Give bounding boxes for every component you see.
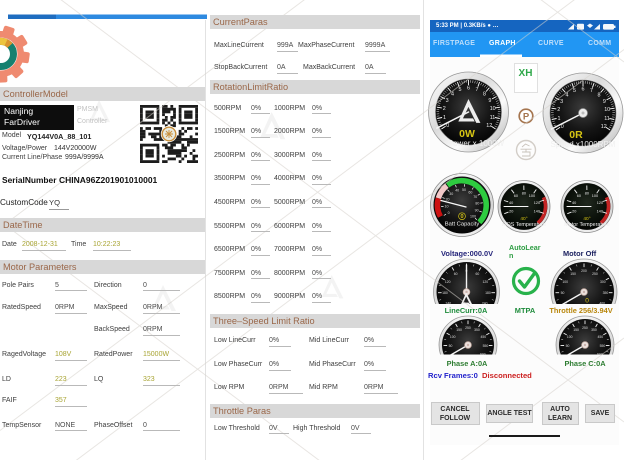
svg-text:40: 40 — [572, 201, 576, 205]
svg-text:350: 350 — [591, 328, 597, 332]
svg-text:6: 6 — [467, 85, 470, 91]
svg-text:Batt Capacity: Batt Capacity — [445, 222, 480, 228]
svg-text:11: 11 — [490, 115, 496, 121]
svg-text:250: 250 — [465, 326, 471, 330]
svg-text:10: 10 — [490, 106, 496, 112]
svg-text:5: 5 — [459, 87, 462, 93]
svg-text:60: 60 — [468, 190, 472, 194]
svg-text:140: 140 — [597, 209, 603, 213]
svg-text:Motor Temperature: Motor Temperature — [564, 222, 609, 228]
svg-text:50: 50 — [561, 291, 565, 295]
svg-text:100: 100 — [592, 194, 598, 198]
svg-text:450: 450 — [480, 335, 486, 339]
svg-text:150: 150 — [573, 328, 579, 332]
svg-text:140: 140 — [534, 209, 540, 213]
svg-text:200: 200 — [581, 269, 587, 273]
svg-text:100: 100 — [567, 335, 573, 339]
svg-text:6: 6 — [582, 86, 585, 92]
svg-text:60: 60 — [476, 272, 480, 276]
svg-text:10: 10 — [445, 205, 449, 209]
svg-text:7: 7 — [590, 88, 593, 94]
svg-text:0: 0 — [448, 211, 450, 215]
svg-text:450: 450 — [597, 335, 603, 339]
svg-text:100: 100 — [450, 335, 456, 339]
svg-text:80: 80 — [585, 191, 589, 195]
svg-text:50: 50 — [566, 344, 570, 348]
svg-text:Power x 1000W: Power x 1000W — [448, 139, 505, 148]
svg-text:MOS Temperature: MOS Temperature — [502, 222, 546, 228]
svg-text:150: 150 — [456, 328, 462, 332]
svg-text:350: 350 — [603, 291, 609, 295]
svg-text:20: 20 — [446, 198, 450, 202]
svg-text:1: 1 — [443, 115, 446, 121]
svg-text:150: 150 — [570, 272, 576, 276]
svg-text:40: 40 — [509, 201, 513, 205]
svg-text:1: 1 — [558, 116, 561, 122]
svg-text:50: 50 — [449, 344, 453, 348]
svg-text:7: 7 — [476, 87, 479, 93]
svg-text:120: 120 — [482, 280, 488, 284]
svg-text:250: 250 — [592, 272, 598, 276]
svg-text:60: 60 — [577, 194, 581, 198]
svg-text:Speed x1000RPM: Speed x1000RPM — [551, 140, 616, 149]
svg-text:60: 60 — [514, 194, 518, 198]
svg-text:100: 100 — [529, 194, 535, 198]
svg-text:350: 350 — [474, 328, 480, 332]
svg-text:8: 8 — [483, 91, 486, 97]
svg-text:180: 180 — [485, 291, 491, 295]
svg-text:30: 30 — [449, 192, 453, 196]
svg-text:20: 20 — [572, 210, 576, 214]
svg-text:120: 120 — [534, 201, 540, 205]
svg-text:120: 120 — [597, 201, 603, 205]
svg-text:12: 12 — [486, 123, 492, 129]
svg-text:0: 0 — [585, 298, 589, 305]
svg-text:2: 2 — [557, 107, 560, 113]
svg-text:50: 50 — [462, 188, 466, 192]
svg-text:120: 120 — [445, 280, 451, 284]
svg-text:40: 40 — [455, 189, 459, 193]
svg-text:80: 80 — [522, 191, 526, 195]
svg-text:90: 90 — [475, 209, 479, 213]
svg-text:10: 10 — [604, 107, 610, 113]
svg-text:70: 70 — [473, 195, 477, 199]
svg-text:100: 100 — [470, 214, 476, 218]
svg-text:250: 250 — [582, 326, 588, 330]
svg-text:8: 8 — [598, 92, 601, 98]
svg-text:9: 9 — [603, 99, 606, 105]
svg-text:20: 20 — [509, 210, 513, 214]
svg-text:180: 180 — [442, 291, 448, 295]
svg-text:3: 3 — [446, 98, 449, 104]
svg-text:300: 300 — [600, 280, 606, 284]
svg-text:5: 5 — [573, 88, 576, 94]
svg-text:2: 2 — [443, 106, 446, 112]
svg-text:550: 550 — [483, 344, 489, 348]
svg-text:11: 11 — [604, 116, 610, 122]
svg-text:100: 100 — [562, 280, 568, 284]
svg-text:80: 80 — [475, 202, 479, 206]
svg-text:60: 60 — [454, 272, 458, 276]
svg-text:9: 9 — [488, 98, 491, 104]
svg-text:550: 550 — [600, 344, 606, 348]
svg-text:12: 12 — [601, 124, 607, 130]
svg-text:3: 3 — [560, 99, 563, 105]
